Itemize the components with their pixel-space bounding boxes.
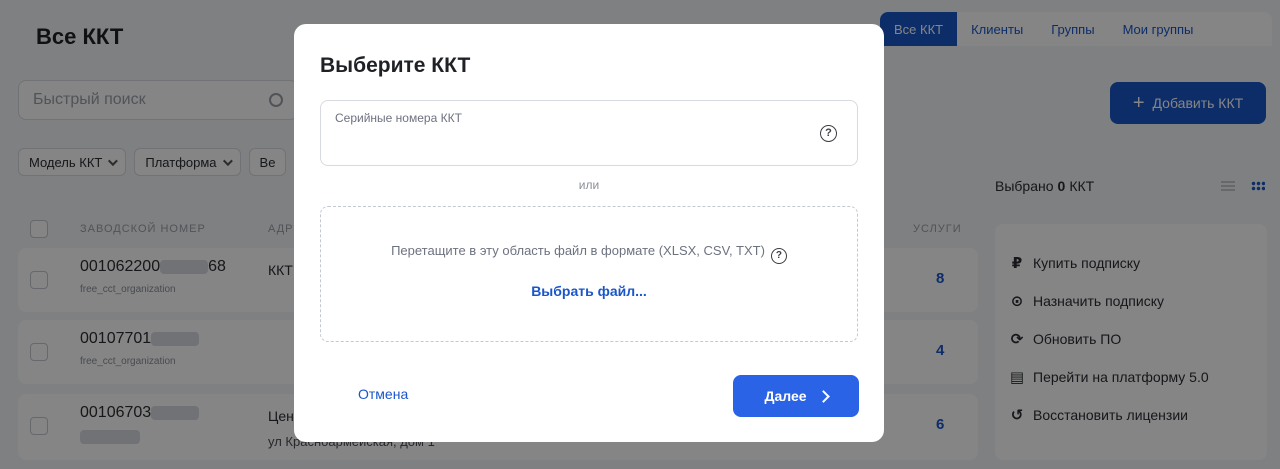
drop-hint-text: Перетащите в эту область файл в формате … xyxy=(391,243,765,258)
select-kkt-dialog: Выберите ККТ Серийные номера ККТ ? или П… xyxy=(294,24,884,442)
cancel-button[interactable]: Отмена xyxy=(358,386,408,402)
serial-numbers-label: Серийные номера ККТ xyxy=(335,111,462,125)
file-drop-zone[interactable]: Перетащите в эту область файл в формате … xyxy=(320,206,858,342)
drop-hint: Перетащите в эту область файл в формате … xyxy=(321,243,857,264)
next-label: Далее xyxy=(764,388,807,404)
serial-numbers-field[interactable]: Серийные номера ККТ ? xyxy=(320,100,858,166)
help-icon[interactable]: ? xyxy=(770,248,787,264)
or-separator: или xyxy=(578,178,600,192)
choose-file-link[interactable]: Выбрать файл... xyxy=(321,283,857,299)
help-icon[interactable]: ? xyxy=(820,125,837,142)
chevron-right-icon xyxy=(816,389,830,403)
next-button[interactable]: Далее xyxy=(733,375,859,417)
dialog-title: Выберите ККТ xyxy=(320,54,471,77)
